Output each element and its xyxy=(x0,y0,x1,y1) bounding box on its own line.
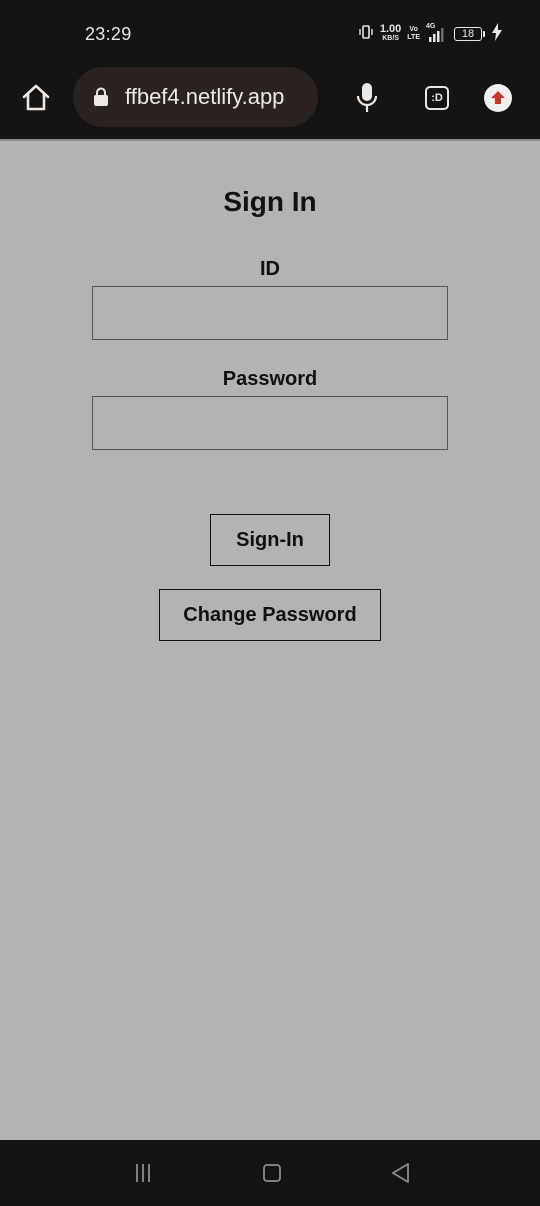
recents-icon[interactable] xyxy=(130,1160,156,1186)
status-time: 23:29 xyxy=(85,24,132,44)
battery-indicator: 18 xyxy=(454,27,485,41)
lock-icon xyxy=(93,87,109,107)
id-label: ID xyxy=(260,258,280,280)
id-input[interactable] xyxy=(92,286,448,340)
home-icon[interactable] xyxy=(20,82,52,114)
navigation-bar xyxy=(0,1140,540,1206)
network-speed-value: 1.00 xyxy=(379,23,402,35)
network-speed: 1.00 KB/S xyxy=(379,23,402,43)
page-title: Sign In xyxy=(223,186,317,217)
volte-top: Vo xyxy=(409,26,418,33)
tab-badge: :D xyxy=(431,92,443,104)
volte-indicator: Vo LTE xyxy=(407,26,420,42)
status-bar: 23:29 1.00 KB/S Vo LTE 4G 18 xyxy=(0,0,540,66)
back-icon[interactable] xyxy=(388,1160,414,1186)
nav-home-icon[interactable] xyxy=(259,1160,285,1186)
mic-icon[interactable] xyxy=(354,81,380,115)
browser-toolbar: ffbef4.netlify.app :D xyxy=(0,66,540,140)
charging-icon xyxy=(492,22,502,46)
password-label: Password xyxy=(222,368,318,390)
battery-level: 18 xyxy=(461,28,475,40)
status-icons: 1.00 KB/S Vo LTE 4G 18 xyxy=(358,22,502,46)
password-input[interactable] xyxy=(92,396,448,450)
change-password-button[interactable]: Change Password xyxy=(159,589,381,641)
network-speed-unit: KB/S xyxy=(382,35,399,42)
url-text: ffbef4.netlify.app xyxy=(125,84,285,109)
sign-in-button[interactable]: Sign-In xyxy=(210,514,330,566)
upload-icon[interactable] xyxy=(484,84,512,112)
signal-icon: 4G xyxy=(426,23,448,43)
toolbar-divider xyxy=(0,139,540,141)
address-bar[interactable]: ffbef4.netlify.app xyxy=(73,67,318,127)
volte-bottom: LTE xyxy=(407,34,420,41)
tab-switcher-icon[interactable]: :D xyxy=(425,86,449,110)
vibrate-icon xyxy=(358,24,374,44)
